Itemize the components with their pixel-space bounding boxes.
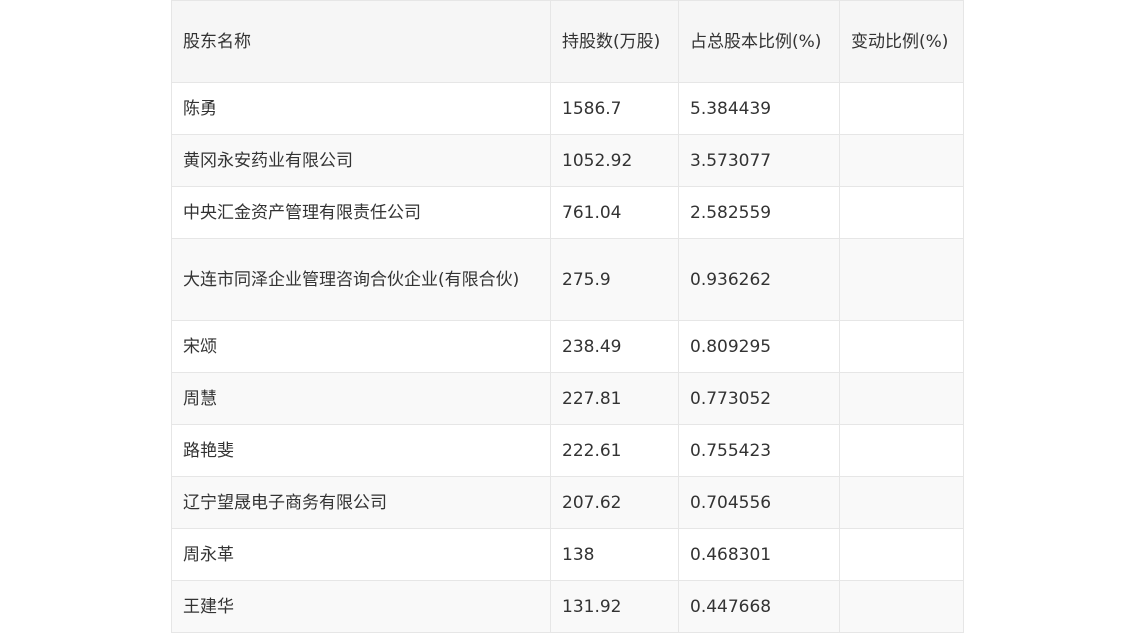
cell-shares-held: 275.9 (550, 238, 679, 321)
cell-shareholder-name: 中央汇金资产管理有限责任公司 (171, 186, 551, 239)
cell-change-ratio (839, 186, 964, 239)
header-shares-held: 持股数(万股) (550, 0, 679, 83)
cell-shares-held: 227.81 (550, 372, 679, 425)
cell-shares-held: 131.92 (550, 580, 679, 633)
shareholder-table: 股东名称 持股数(万股) 占总股本比例(%) 变动比例(%) 陈勇 1586.7… (171, 0, 964, 633)
table-row: 辽宁望晟电子商务有限公司 207.62 0.704556 (171, 476, 964, 529)
table-row: 路艳斐 222.61 0.755423 (171, 424, 964, 477)
cell-share-ratio: 2.582559 (678, 186, 840, 239)
cell-change-ratio (839, 238, 964, 321)
cell-shareholder-name: 路艳斐 (171, 424, 551, 477)
cell-share-ratio: 5.384439 (678, 82, 840, 135)
cell-shares-held: 207.62 (550, 476, 679, 529)
cell-shares-held: 1586.7 (550, 82, 679, 135)
cell-share-ratio: 0.447668 (678, 580, 840, 633)
cell-share-ratio: 0.755423 (678, 424, 840, 477)
cell-shareholder-name: 大连市同泽企业管理咨询合伙企业(有限合伙) (171, 238, 551, 321)
cell-change-ratio (839, 580, 964, 633)
cell-change-ratio (839, 320, 964, 373)
header-change-ratio: 变动比例(%) (839, 0, 964, 83)
table-row: 大连市同泽企业管理咨询合伙企业(有限合伙) 275.9 0.936262 (171, 238, 964, 321)
table-row: 中央汇金资产管理有限责任公司 761.04 2.582559 (171, 186, 964, 239)
cell-shareholder-name: 辽宁望晟电子商务有限公司 (171, 476, 551, 529)
cell-shares-held: 138 (550, 528, 679, 581)
cell-share-ratio: 0.704556 (678, 476, 840, 529)
cell-share-ratio: 0.773052 (678, 372, 840, 425)
cell-shares-held: 238.49 (550, 320, 679, 373)
table-row: 陈勇 1586.7 5.384439 (171, 82, 964, 135)
cell-shareholder-name: 周慧 (171, 372, 551, 425)
cell-share-ratio: 0.809295 (678, 320, 840, 373)
cell-change-ratio (839, 134, 964, 187)
cell-shareholder-name: 黄冈永安药业有限公司 (171, 134, 551, 187)
cell-change-ratio (839, 476, 964, 529)
header-shareholder-name: 股东名称 (171, 0, 551, 83)
cell-shares-held: 761.04 (550, 186, 679, 239)
table-body: 陈勇 1586.7 5.384439 黄冈永安药业有限公司 1052.92 3.… (171, 82, 964, 633)
cell-share-ratio: 0.468301 (678, 528, 840, 581)
cell-change-ratio (839, 424, 964, 477)
table-row: 黄冈永安药业有限公司 1052.92 3.573077 (171, 134, 964, 187)
table-row: 周永革 138 0.468301 (171, 528, 964, 581)
cell-share-ratio: 0.936262 (678, 238, 840, 321)
header-share-ratio: 占总股本比例(%) (678, 0, 840, 83)
cell-shareholder-name: 陈勇 (171, 82, 551, 135)
header-row: 股东名称 持股数(万股) 占总股本比例(%) 变动比例(%) (171, 0, 964, 83)
cell-change-ratio (839, 82, 964, 135)
cell-shares-held: 1052.92 (550, 134, 679, 187)
cell-shareholder-name: 周永革 (171, 528, 551, 581)
table-row: 宋颂 238.49 0.809295 (171, 320, 964, 373)
cell-share-ratio: 3.573077 (678, 134, 840, 187)
cell-change-ratio (839, 372, 964, 425)
table-row: 王建华 131.92 0.447668 (171, 580, 964, 633)
cell-change-ratio (839, 528, 964, 581)
table-header: 股东名称 持股数(万股) 占总股本比例(%) 变动比例(%) (171, 0, 964, 83)
cell-shareholder-name: 宋颂 (171, 320, 551, 373)
cell-shareholder-name: 王建华 (171, 580, 551, 633)
shareholder-table-container: 股东名称 持股数(万股) 占总股本比例(%) 变动比例(%) 陈勇 1586.7… (171, 0, 964, 633)
table-row: 周慧 227.81 0.773052 (171, 372, 964, 425)
cell-shares-held: 222.61 (550, 424, 679, 477)
